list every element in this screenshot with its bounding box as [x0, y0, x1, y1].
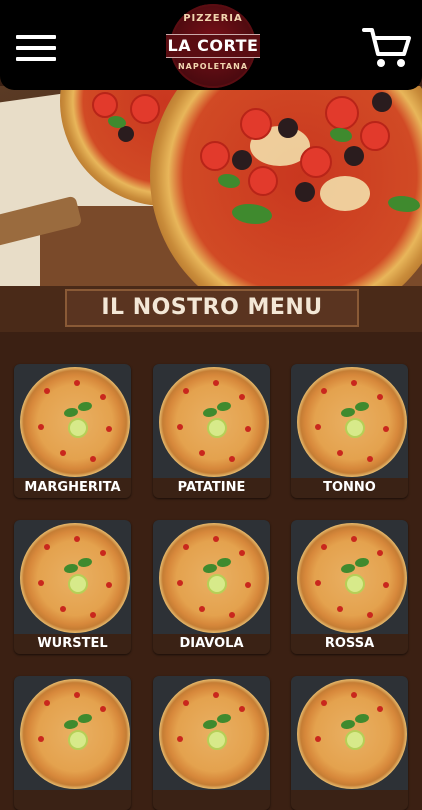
logo-bottom-text: NAPOLETANA: [177, 62, 249, 71]
menu-item-label: DIAVOLA: [153, 634, 270, 654]
logo-top-text: PIZZERIA: [183, 13, 243, 24]
section-title: IL NOSTRO MENU: [101, 295, 323, 320]
logo-main-text: LA CORTE: [166, 34, 260, 58]
pizza-thumbnail: [291, 520, 408, 634]
menu-item-label: [14, 790, 131, 810]
pizza-thumbnail: [153, 364, 270, 478]
pizza-thumbnail: [291, 364, 408, 478]
menu-item[interactable]: [14, 676, 131, 810]
menu-item-wurstel[interactable]: WURSTEL: [14, 520, 131, 654]
hamburger-menu-icon[interactable]: [16, 35, 56, 61]
menu-item[interactable]: [291, 676, 408, 810]
pizza-thumbnail: [153, 520, 270, 634]
brand-logo[interactable]: PIZZERIA LA CORTE NAPOLETANA: [166, 4, 260, 88]
pizza-thumbnail: [14, 520, 131, 634]
menu-item-patatine[interactable]: PATATINE: [153, 364, 270, 498]
pizza-thumbnail: [291, 676, 408, 790]
menu-item-label: WURSTEL: [14, 634, 131, 654]
pizza-thumbnail: [14, 364, 131, 478]
pizza-thumbnail: [14, 676, 131, 790]
pizza-thumbnail: [153, 676, 270, 790]
menu-item-margherita[interactable]: MARGHERITA: [14, 364, 131, 498]
menu-item-label: PATATINE: [153, 478, 270, 498]
menu-item-label: [291, 790, 408, 810]
menu-item[interactable]: [153, 676, 270, 810]
section-title-banner: IL NOSTRO MENU: [65, 289, 359, 327]
menu-item-label: MARGHERITA: [14, 478, 131, 498]
menu-item-tonno[interactable]: TONNO: [291, 364, 408, 498]
hero-pizza-image: [0, 86, 422, 286]
menu-item-diavola[interactable]: DIAVOLA: [153, 520, 270, 654]
app-header: PIZZERIA LA CORTE NAPOLETANA: [0, 0, 422, 90]
shopping-cart-icon[interactable]: [362, 26, 412, 70]
menu-item-label: [153, 790, 270, 810]
menu-item-rossa[interactable]: ROSSA: [291, 520, 408, 654]
menu-item-label: TONNO: [291, 478, 408, 498]
menu-item-label: ROSSA: [291, 634, 408, 654]
